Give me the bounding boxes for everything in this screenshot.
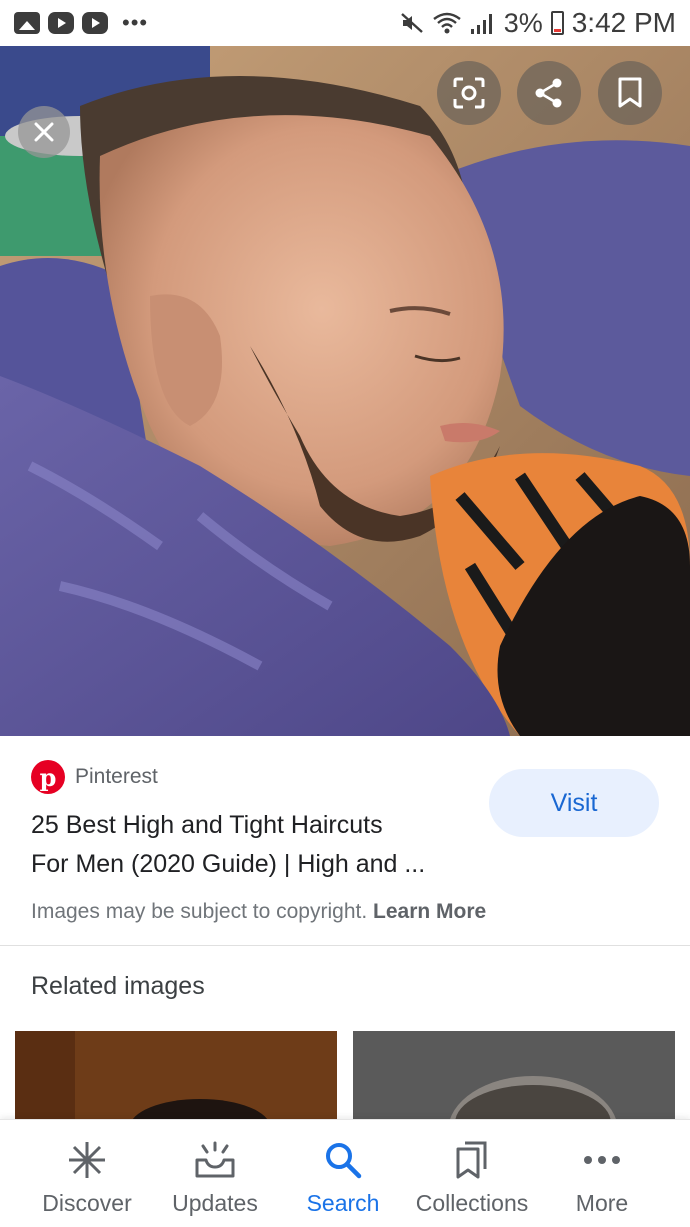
nav-discover-label: Discover [42,1190,132,1216]
result-title-line1: 25 Best High and Tight Haircuts [31,811,383,839]
related-image-2 [353,1031,675,1127]
clock: 3:42 PM [571,7,676,38]
close-icon [34,122,54,142]
nav-search-label: Search [306,1190,380,1216]
status-bar: ••• 3% 3:42 PM [0,0,690,46]
nav-more-label: More [575,1190,629,1216]
result-title-line2: For Men (2020 Guide) | High and ... [31,850,426,878]
bookmark-icon [618,77,642,108]
signal-icon [470,14,492,34]
bookmark-button[interactable] [598,61,662,125]
related-image-1 [15,1031,337,1127]
photo [0,46,690,736]
battery-icon [550,11,564,35]
visit-button[interactable]: Visit [489,769,659,837]
image-preview[interactable] [0,46,690,736]
lens-button[interactable] [437,61,501,125]
copyright-text: Images may be subject to copyright. [31,900,368,923]
battery-percentage: 3% [503,7,543,38]
nav-discover[interactable]: Discover [30,1120,144,1227]
result-title[interactable]: 25 Best High and Tight Haircuts For Men … [31,806,481,884]
nav-collections-label: Collections [415,1190,529,1216]
share-button[interactable] [517,61,581,125]
learn-more-link[interactable]: Learn More [373,900,486,923]
youtube-icon [82,12,108,34]
youtube-icon [48,12,74,34]
wifi-icon [432,12,461,34]
nav-collections[interactable]: Collections [408,1120,536,1227]
collections-icon [450,1138,494,1182]
copyright-notice: Images may be subject to copyright. Lear… [31,900,486,924]
nav-more[interactable]: More [560,1120,644,1227]
source-name: Pinterest [75,765,158,788]
status-bar-system: 3% 3:42 PM [400,7,676,39]
result-info: p Pinterest 25 Best High and Tight Hairc… [0,736,690,946]
asterisk-icon [65,1138,109,1182]
nav-search[interactable]: Search [296,1120,390,1227]
status-bar-notifications: ••• [14,12,148,34]
nav-updates[interactable]: Updates [160,1120,270,1227]
search-icon [321,1138,365,1182]
mute-icon [400,13,423,33]
more-dots-icon: ••• [122,10,149,35]
more-icon [580,1138,624,1182]
related-images-heading: Related images [31,972,205,1000]
lens-icon [453,77,485,109]
updates-icon [193,1138,237,1182]
close-button[interactable] [18,106,70,158]
nav-updates-label: Updates [172,1190,258,1216]
gallery-icon [14,12,40,34]
related-image-thumbnail[interactable] [353,1031,675,1127]
share-icon [535,78,562,108]
pinterest-icon: p [31,760,65,794]
bottom-navigation: Discover Updates Search Collections More [0,1119,690,1227]
related-image-thumbnail[interactable] [15,1031,337,1127]
source-row[interactable]: p Pinterest [31,760,158,794]
